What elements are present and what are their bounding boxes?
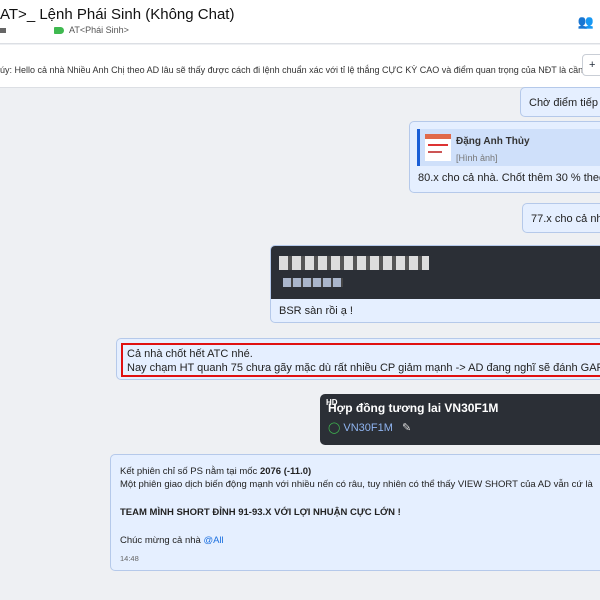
quoted-image-thumbnail xyxy=(425,134,451,161)
message-text: BSR sàn rồi ạ ! xyxy=(279,305,353,317)
tag-icon xyxy=(54,27,64,35)
message-bubble-summary: Kết phiên chỉ số PS nằm tại mốc 2076 (-1… xyxy=(110,454,600,571)
group-tag[interactable]: AT<Phái Sinh> xyxy=(69,25,129,35)
pinned-expand-button[interactable]: + xyxy=(582,54,600,76)
card-symbol[interactable]: ◯ VN30F1M ✎ xyxy=(328,421,411,434)
edit-icon[interactable]: ✎ xyxy=(402,422,411,434)
message-line: Cả nhà chốt hết ATC nhé. xyxy=(127,348,253,360)
pinned-message-text[interactable]: úy: Hello cả nhà Nhiều Anh Chị theo AD l… xyxy=(0,65,600,75)
message-line: Một phiên giao dịch biến động mạnh với n… xyxy=(120,479,593,490)
message-bubble-reply: Đặng Anh Thủy [Hình ảnh] 80.x cho cả nhà… xyxy=(409,121,600,193)
mention-all[interactable]: @All xyxy=(203,535,223,546)
link-preview-blurred[interactable] xyxy=(271,246,600,299)
chat-header: AT>_ Lệnh Phái Sinh (Không Chat) AT<Phái… xyxy=(0,0,600,44)
quoted-message[interactable]: Đặng Anh Thủy [Hình ảnh] xyxy=(417,129,600,166)
blurred-subtitle xyxy=(283,278,343,287)
message-bubble-highlighted: Cả nhà chốt hết ATC nhé. Nay chạm HT qua… xyxy=(116,338,600,380)
add-member-icon[interactable]: 👥 xyxy=(578,14,594,30)
quoted-author: Đặng Anh Thủy xyxy=(456,136,530,147)
message-text: 77.x cho cả nhà. xyxy=(531,213,600,225)
card-title: Hợp đồng tương lai VN30F1M xyxy=(328,401,499,415)
chat-title: AT>_ Lệnh Phái Sinh (Không Chat) xyxy=(0,6,235,23)
message-line: Kết phiên chỉ số PS nằm tại mốc 2076 (-1… xyxy=(120,466,312,477)
message-time: 14:48 xyxy=(120,554,139,563)
blurred-title xyxy=(279,256,429,270)
message-bubble: Chờ điểm tiếp tục xyxy=(520,87,600,117)
chat-subtitle: AT<Phái Sinh> xyxy=(0,25,129,35)
message-line: Chúc mừng cả nhà @All xyxy=(120,535,224,546)
futures-contract-card[interactable]: HD Hợp đồng tương lai VN30F1M ◯ VN30F1M … xyxy=(320,394,600,445)
message-bubble-link: BSR sàn rồi ạ ! xyxy=(270,245,600,323)
status-dot-icon: ◯ xyxy=(328,422,341,434)
highlight-box: Cả nhà chốt hết ATC nhé. Nay chạm HT qua… xyxy=(121,343,600,377)
pinned-message-bar[interactable]: úy: Hello cả nhà Nhiều Anh Chị theo AD l… xyxy=(0,45,600,88)
quoted-type: [Hình ảnh] xyxy=(456,153,498,163)
message-text: 80.x cho cả nhà. Chốt thêm 30 % theo chu xyxy=(418,172,600,184)
message-line: Nay chạm HT quanh 75 chưa gãy mặc dù rất… xyxy=(127,362,600,374)
message-line-bold: TEAM MÌNH SHORT ĐỈNH 91-93.X VỚI LỢI NHU… xyxy=(120,507,401,518)
message-bubble: 77.x cho cả nhà. xyxy=(522,203,600,233)
message-text: Chờ điểm tiếp tục xyxy=(529,97,600,109)
